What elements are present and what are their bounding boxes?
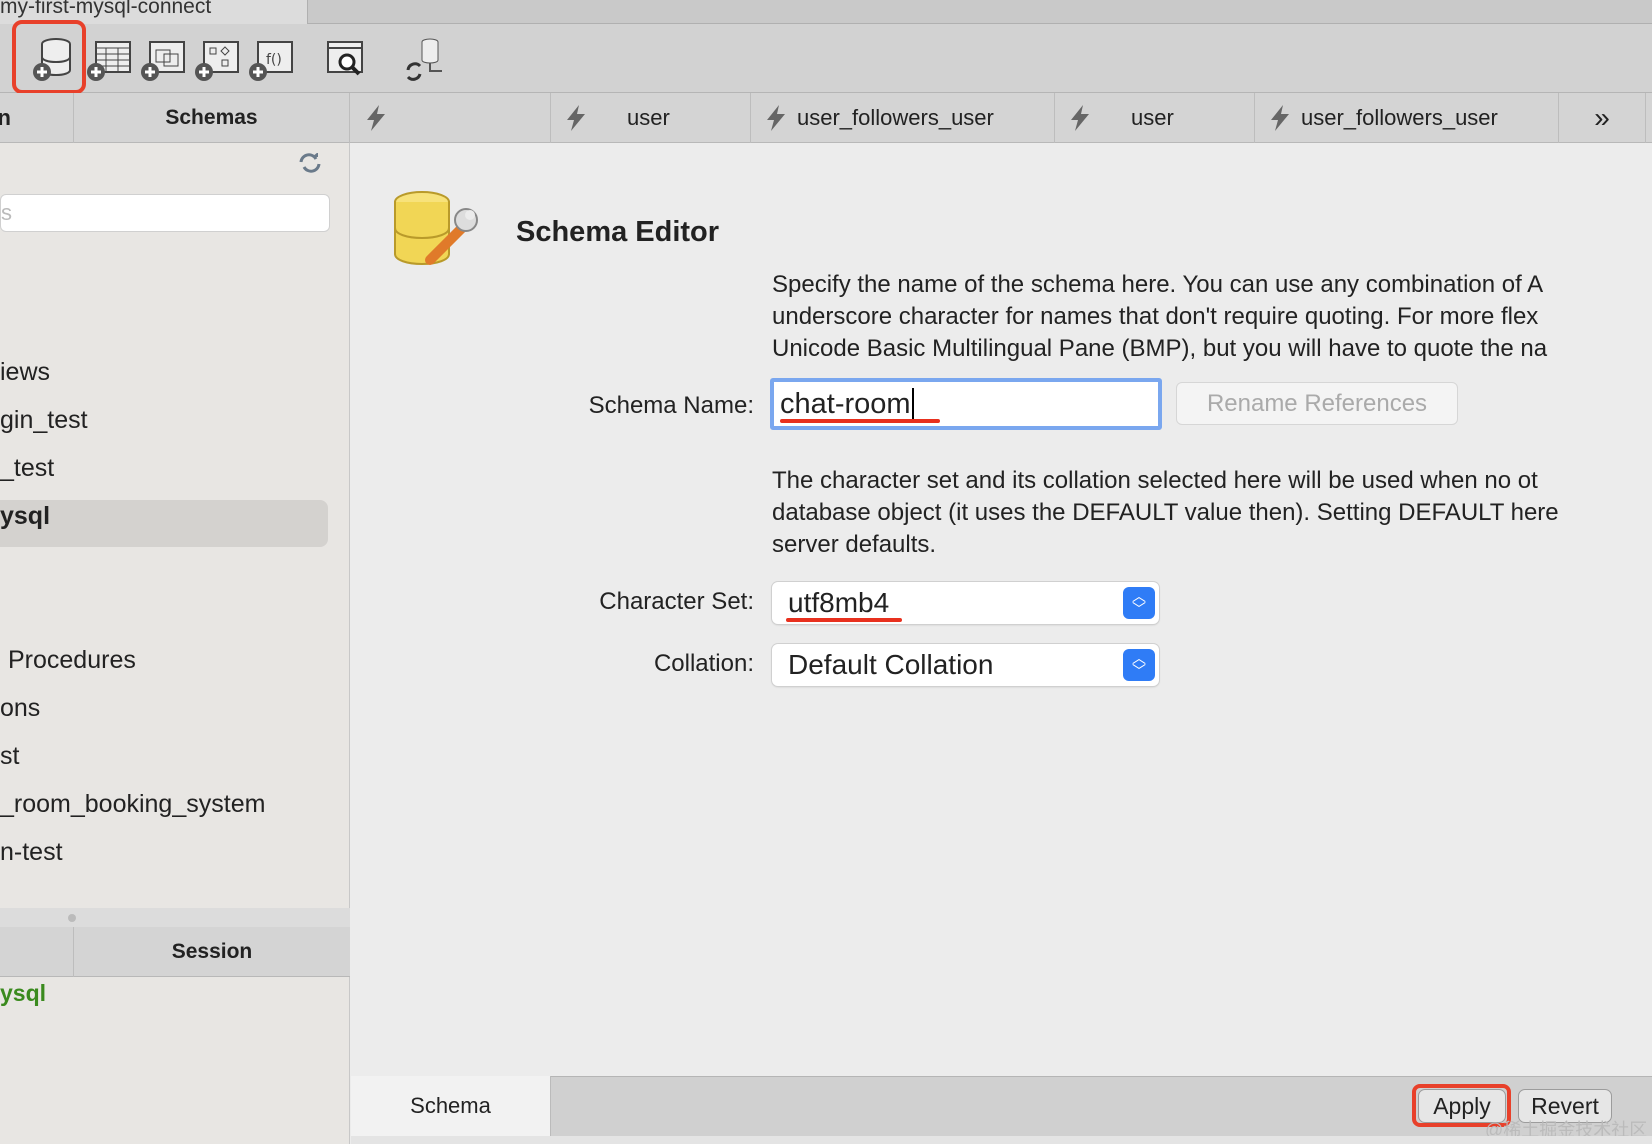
schema-item[interactable]: ons — [0, 694, 40, 723]
refresh-icon[interactable] — [298, 153, 322, 173]
create-procedure-icon[interactable] — [192, 34, 242, 84]
search-table-data-icon[interactable] — [322, 34, 372, 84]
description-line: database object (it uses the DEFAULT val… — [772, 499, 1559, 526]
sidebar-tab-schemas[interactable]: Schemas — [74, 93, 350, 143]
charset-description: The character set and its collation sele… — [772, 465, 1652, 561]
session-connection: ysql — [0, 980, 47, 1006]
create-schema-highlight — [12, 20, 86, 94]
schema-name-value: chat-room — [780, 388, 911, 420]
schema-name-description: Specify the name of the schema here. You… — [772, 269, 1652, 365]
tab-label: user — [1131, 105, 1174, 130]
schema-item[interactable]: _room_booking_system — [0, 790, 265, 819]
tab-label: Session — [171, 940, 253, 963]
query-tab[interactable] — [351, 93, 551, 143]
session-tab-bar: Session — [0, 927, 350, 977]
tab-label: user — [627, 105, 670, 130]
lightning-icon — [1071, 105, 1089, 131]
schema-name-label: Schema Name: — [588, 392, 754, 419]
schema-item[interactable]: n-test — [0, 838, 63, 867]
tab-bar: n Schemas user user_followers_user user … — [0, 93, 1652, 143]
schema-item[interactable]: _test — [0, 454, 54, 483]
search-placeholder: s — [1, 200, 12, 225]
status-strip — [351, 1136, 1652, 1144]
description-line: Unicode Basic Multilingual Pane (BMP), b… — [772, 335, 1548, 362]
chevron-up-down-icon: ︿ ﹀ — [1123, 587, 1155, 619]
create-function-icon[interactable]: f() — [246, 34, 296, 84]
lightning-icon — [567, 105, 585, 131]
sidebar-tab-navigator[interactable]: n — [0, 93, 74, 143]
lightning-icon — [1271, 105, 1289, 131]
charset-underline — [786, 618, 902, 622]
connection-tab-label: my-first-mysql-connect — [0, 0, 212, 18]
schema-item[interactable]: iews — [0, 358, 50, 387]
svg-text:f(): f() — [266, 52, 282, 68]
schema-item[interactable]: gin_test — [0, 406, 88, 435]
tab-label: user_followers_user — [797, 105, 994, 130]
editor-title: Schema Editor — [516, 216, 720, 248]
schema-name-underline — [780, 419, 940, 423]
toolbar: f() — [0, 24, 1652, 93]
schema-item[interactable]: Procedures — [8, 646, 136, 675]
tab-session[interactable]: Session — [74, 927, 350, 977]
create-table-icon[interactable] — [84, 34, 134, 84]
collation-select[interactable]: Default Collation ︿ ﹀ — [772, 644, 1159, 686]
rename-references-button[interactable]: Rename References — [1176, 382, 1458, 425]
tab-label: user_followers_user — [1301, 105, 1498, 130]
tab-object-info[interactable] — [0, 927, 74, 977]
schema-item[interactable]: st — [0, 742, 19, 771]
lightning-icon — [367, 105, 385, 131]
sidebar-splitter[interactable] — [0, 908, 350, 927]
character-set-value: utf8mb4 — [788, 587, 890, 618]
collation-label: Collation: — [653, 650, 754, 677]
description-line: underscore character for names that don'… — [772, 303, 1539, 330]
query-tab-user-followers-user-2[interactable]: user_followers_user — [1255, 93, 1559, 143]
sidebar — [0, 143, 350, 1144]
more-tabs-chevron-icon[interactable]: » — [1559, 93, 1646, 143]
tab-schema[interactable]: Schema — [351, 1076, 551, 1136]
description-line: Specify the name of the schema here. You… — [772, 271, 1544, 298]
query-tab-user-2[interactable]: user — [1055, 93, 1255, 143]
query-tab-user[interactable]: user — [551, 93, 751, 143]
chevron-up-down-icon: ︿ ﹀ — [1123, 649, 1155, 681]
character-set-label: Character Set: — [599, 588, 754, 615]
create-view-icon[interactable] — [138, 34, 188, 84]
query-tab-user-followers-user[interactable]: user_followers_user — [751, 93, 1055, 143]
description-line: server defaults. — [772, 531, 937, 558]
lightning-icon — [767, 105, 785, 131]
collation-value: Default Collation — [788, 649, 994, 680]
tab-label: Schemas — [165, 106, 258, 129]
schema-filter-input[interactable]: s — [0, 194, 330, 232]
description-line: The character set and its collation sele… — [772, 467, 1538, 494]
tab-label: n — [0, 105, 11, 130]
schema-item-selected[interactable]: ysql — [0, 502, 50, 531]
schema-editor-icon — [394, 191, 478, 266]
reconnect-icon[interactable] — [400, 34, 450, 84]
